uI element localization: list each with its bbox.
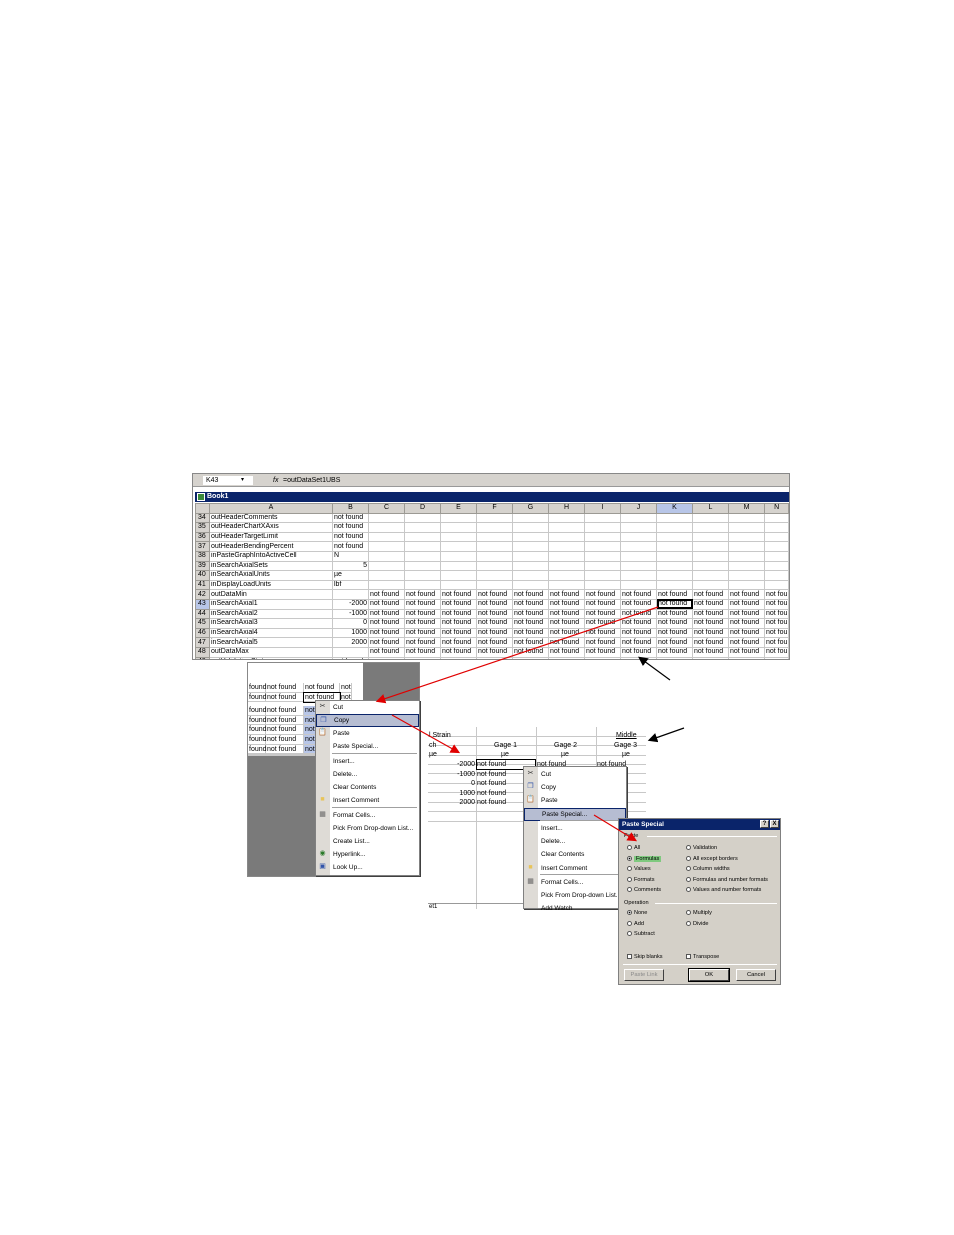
red-arrow-copy-source [375,606,659,704]
black-arrow-k-column [638,656,671,681]
black-arrow-gage3 [647,727,685,743]
red-arrow-to-dialog [593,814,638,842]
annotation-arrows [375,606,685,842]
red-arrow-to-target [391,714,461,754]
